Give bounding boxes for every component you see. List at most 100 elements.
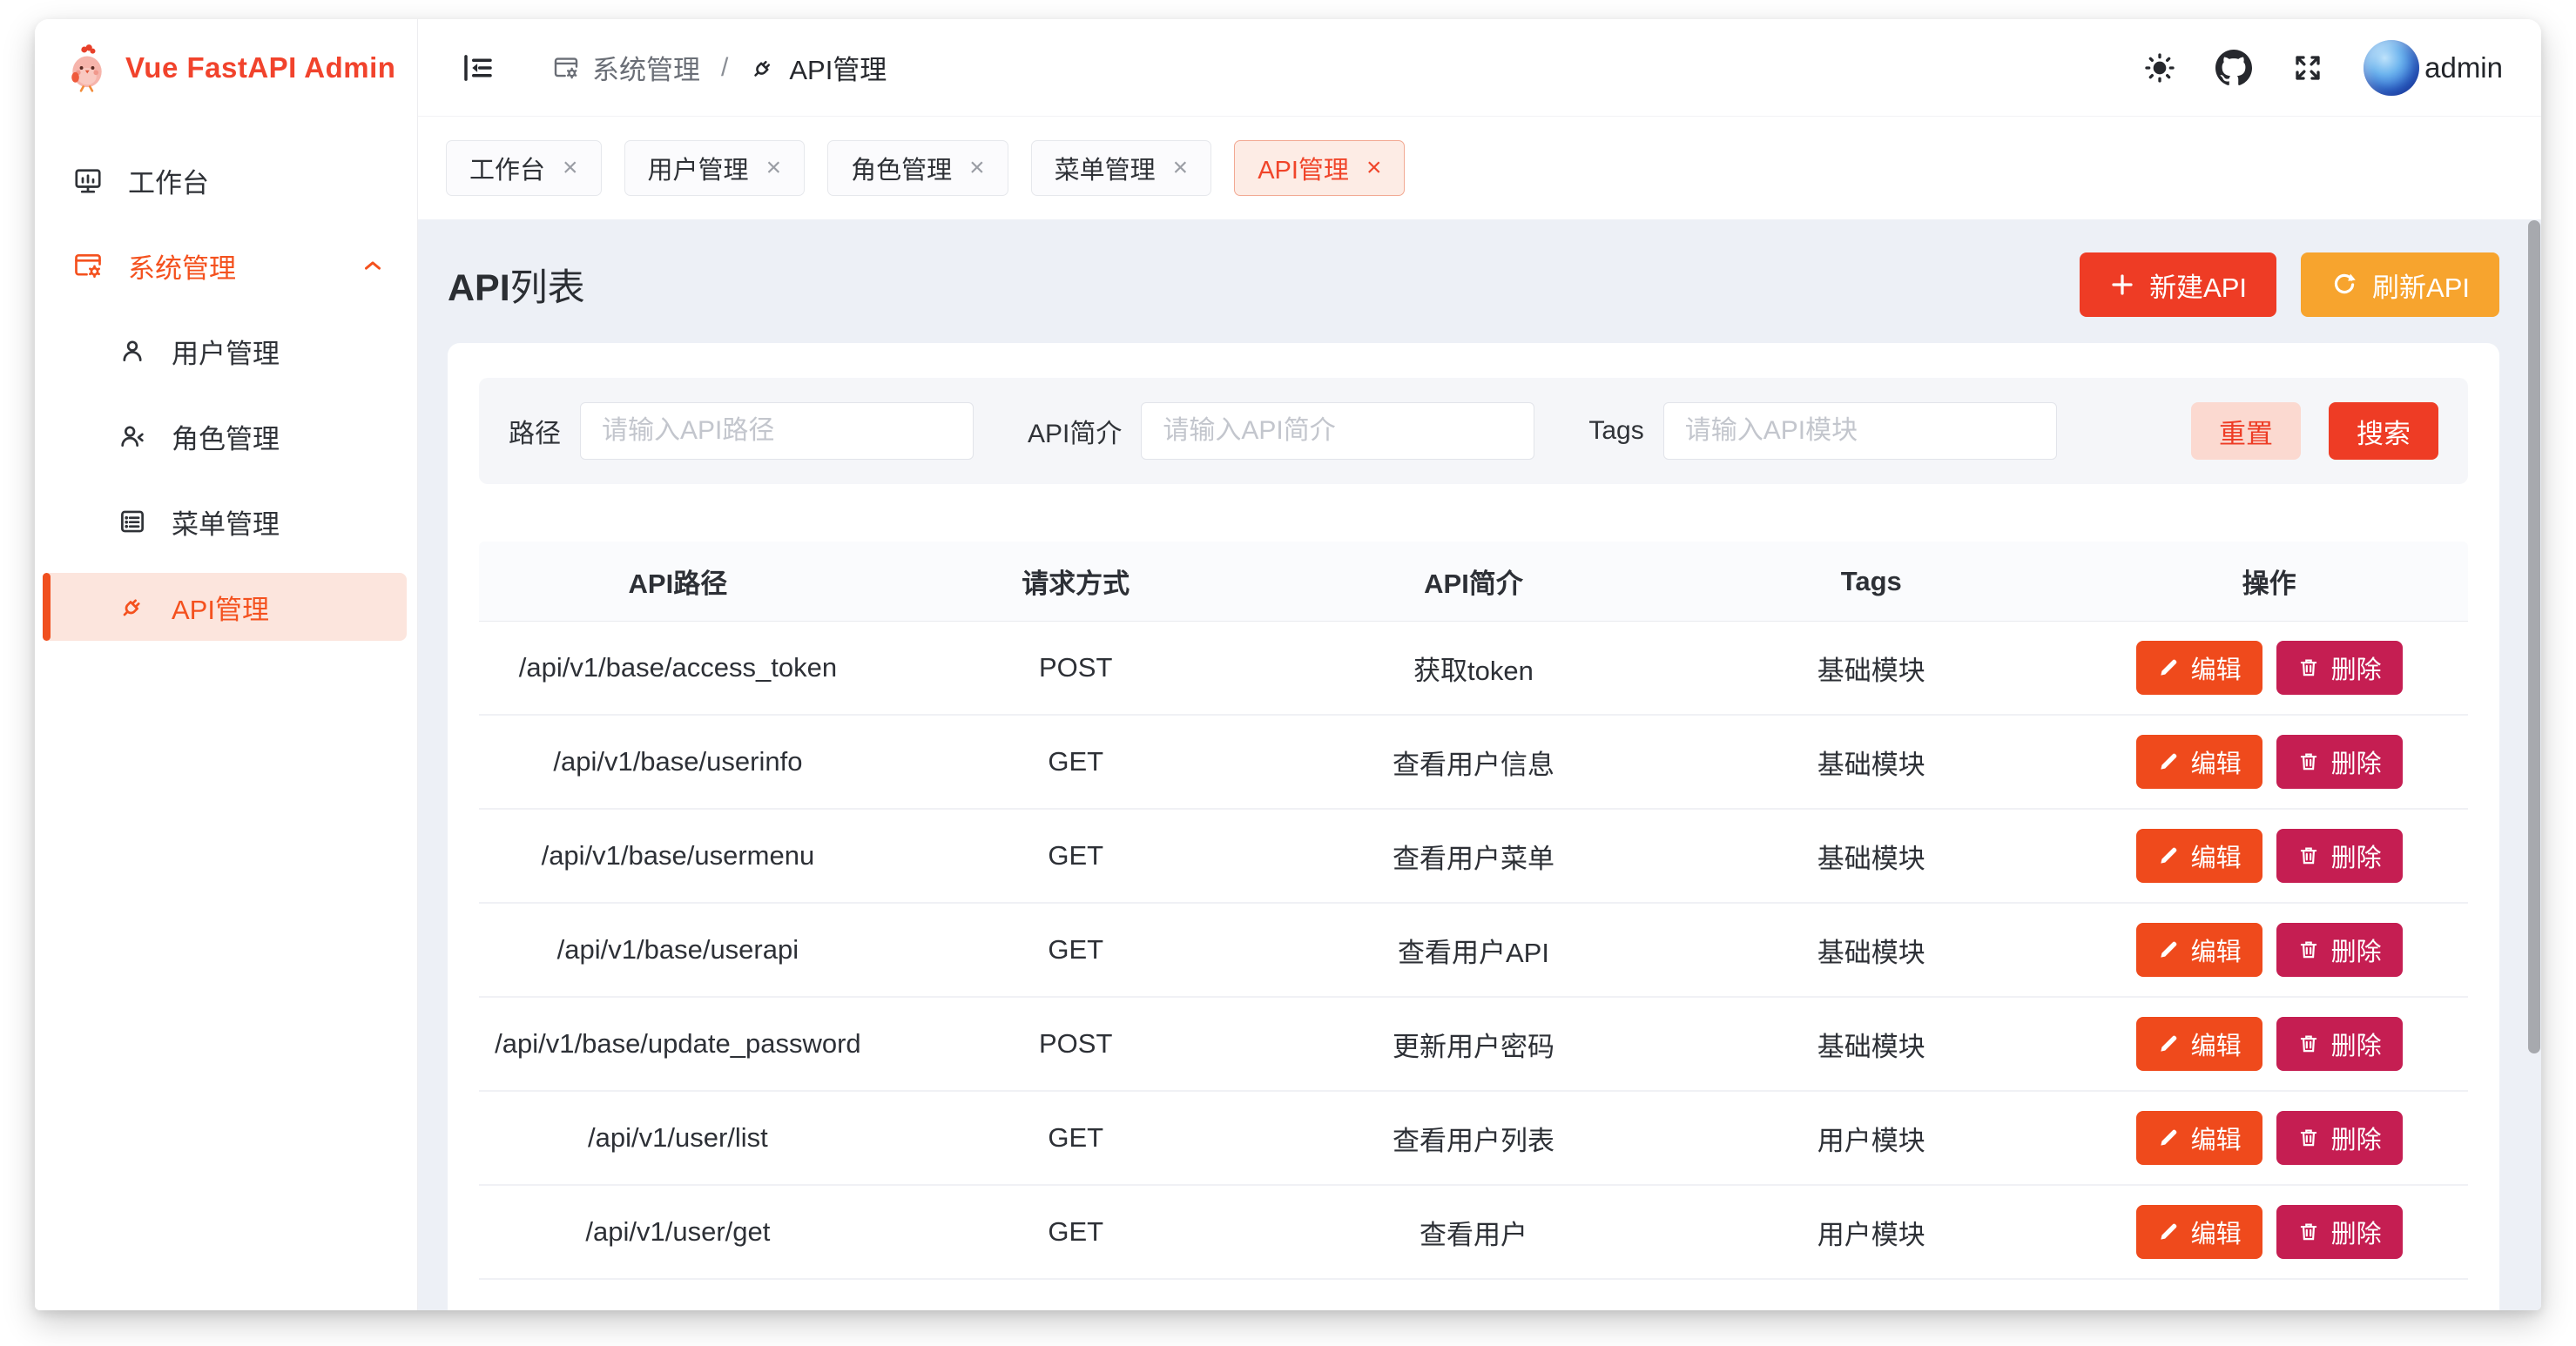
user-icon xyxy=(118,336,147,366)
delete-button[interactable]: 删除 xyxy=(2276,1205,2403,1259)
column-method: 请求方式 xyxy=(877,562,1275,601)
sidebar-item-users[interactable]: 用户管理 xyxy=(43,317,407,385)
tabs-bar: 工作台 × 用户管理 × 角色管理 × 菜单管理 × API管理 × xyxy=(418,117,2541,219)
close-icon[interactable]: × xyxy=(766,155,782,181)
window-gear-icon xyxy=(552,54,580,82)
delete-button[interactable]: 删除 xyxy=(2276,735,2403,789)
github-icon[interactable] xyxy=(2215,50,2252,86)
close-icon[interactable]: × xyxy=(563,155,578,181)
cell-path: /api/v1/base/update_password xyxy=(479,1028,877,1060)
close-icon[interactable]: × xyxy=(1173,155,1189,181)
path-filter-input[interactable] xyxy=(580,402,974,460)
cell-summary: 查看用户API xyxy=(1275,931,1673,970)
delete-button[interactable]: 删除 xyxy=(2276,923,2403,977)
plug-icon xyxy=(118,592,147,622)
trash-icon xyxy=(2297,1221,2320,1243)
fullscreen-icon[interactable] xyxy=(2290,50,2325,85)
tab-menus[interactable]: 菜单管理 × xyxy=(1031,140,1212,196)
search-button[interactable]: 搜索 xyxy=(2329,402,2438,460)
create-api-button[interactable]: 新建API xyxy=(2080,252,2276,317)
content: API列表 新建API 刷新API xyxy=(418,219,2541,1310)
sidebar-item-system[interactable]: 系统管理 xyxy=(43,232,407,299)
column-actions: 操作 xyxy=(2070,562,2468,601)
breadcrumb-api[interactable]: API管理 xyxy=(749,48,887,87)
table-row: /api/v1/user/list GET 查看用户列表 用户模块 编辑 删除 xyxy=(479,1092,2468,1186)
cell-path: /api/v1/user/list xyxy=(479,1122,877,1154)
table-header: API路径 请求方式 API简介 Tags 操作 xyxy=(479,542,2468,622)
tags-filter-input[interactable] xyxy=(1663,402,2057,460)
cell-path: /api/v1/base/access_token xyxy=(479,652,877,683)
delete-button[interactable]: 删除 xyxy=(2276,1017,2403,1071)
reset-button[interactable]: 重置 xyxy=(2191,402,2301,460)
sidebar-item-menus[interactable]: 菜单管理 xyxy=(43,488,407,555)
api-table: API路径 请求方式 API简介 Tags 操作 /api/v1/base/ac… xyxy=(479,542,2468,1280)
cell-tags: 基础模块 xyxy=(1672,743,2070,782)
sidebar-item-workbench[interactable]: 工作台 xyxy=(43,146,407,214)
sidebar-item-api[interactable]: API管理 xyxy=(43,573,407,641)
column-path: API路径 xyxy=(479,562,877,601)
cell-summary: 更新用户密码 xyxy=(1275,1025,1673,1064)
sidebar-item-roles[interactable]: 角色管理 xyxy=(43,402,407,470)
cell-tags: 基础模块 xyxy=(1672,837,2070,876)
tab-label: 工作台 xyxy=(469,150,545,186)
close-icon[interactable]: × xyxy=(969,155,985,181)
pencil-icon xyxy=(2157,1127,2180,1149)
refresh-api-button[interactable]: 刷新API xyxy=(2301,252,2499,317)
cell-method: GET xyxy=(877,746,1275,777)
edit-button[interactable]: 编辑 xyxy=(2136,1111,2262,1165)
edit-button[interactable]: 编辑 xyxy=(2136,641,2262,695)
tab-label: 菜单管理 xyxy=(1055,150,1156,186)
summary-filter-input[interactable] xyxy=(1141,402,1534,460)
tags-filter-label: Tags xyxy=(1588,416,1643,446)
table-row: /api/v1/base/access_token POST 获取token 基… xyxy=(479,622,2468,716)
pencil-icon xyxy=(2157,1221,2180,1243)
breadcrumb-system[interactable]: 系统管理 xyxy=(552,48,700,87)
filter-bar: 路径 API简介 Tags 重置 搜索 xyxy=(479,378,2468,484)
delete-button[interactable]: 删除 xyxy=(2276,829,2403,883)
cell-method: GET xyxy=(877,1122,1275,1154)
user-menu[interactable]: admin xyxy=(2364,40,2503,96)
logo[interactable]: Vue FastAPI Admin xyxy=(35,19,417,117)
sidebar-item-label: API管理 xyxy=(172,588,269,627)
path-filter-label: 路径 xyxy=(509,412,561,450)
edit-button[interactable]: 编辑 xyxy=(2136,735,2262,789)
tab-label: API管理 xyxy=(1258,150,1349,186)
tab-roles[interactable]: 角色管理 × xyxy=(827,140,1008,196)
delete-button[interactable]: 删除 xyxy=(2276,1111,2403,1165)
chick-logo-icon xyxy=(64,44,110,92)
cell-path: /api/v1/base/usermenu xyxy=(479,840,877,872)
table-row: /api/v1/user/get GET 查看用户 用户模块 编辑 删除 xyxy=(479,1186,2468,1280)
collapse-sidebar-icon[interactable] xyxy=(460,50,496,86)
window-gear-icon xyxy=(72,250,104,281)
cell-path: /api/v1/base/userapi xyxy=(479,934,877,966)
trash-icon xyxy=(2297,750,2320,773)
refresh-icon xyxy=(2330,271,2358,299)
edit-button[interactable]: 编辑 xyxy=(2136,923,2262,977)
edit-button[interactable]: 编辑 xyxy=(2136,829,2262,883)
cell-method: GET xyxy=(877,840,1275,872)
edit-button[interactable]: 编辑 xyxy=(2136,1017,2262,1071)
delete-button[interactable]: 删除 xyxy=(2276,641,2403,695)
sidebar: Vue FastAPI Admin 工作台 系统管理 xyxy=(35,19,418,1310)
trash-icon xyxy=(2297,1033,2320,1055)
sidebar-menu: 工作台 系统管理 用户管理 xyxy=(35,117,417,641)
topbar-actions: admin xyxy=(2142,40,2503,96)
tab-users[interactable]: 用户管理 × xyxy=(624,140,806,196)
tab-workbench[interactable]: 工作台 × xyxy=(446,140,602,196)
vertical-scrollbar[interactable] xyxy=(2528,220,2540,1053)
cell-path: /api/v1/user/get xyxy=(479,1216,877,1248)
theme-toggle-icon[interactable] xyxy=(2142,50,2177,85)
plug-icon xyxy=(749,54,777,82)
column-summary: API简介 xyxy=(1275,562,1673,601)
cell-summary: 查看用户菜单 xyxy=(1275,837,1673,876)
close-icon[interactable]: × xyxy=(1366,155,1382,181)
summary-filter-label: API简介 xyxy=(1028,412,1122,450)
table-row: /api/v1/base/userapi GET 查看用户API 基础模块 编辑… xyxy=(479,904,2468,998)
page-title: API列表 xyxy=(448,258,585,312)
edit-button[interactable]: 编辑 xyxy=(2136,1205,2262,1259)
cell-tags: 基础模块 xyxy=(1672,931,2070,970)
app-title: Vue FastAPI Admin xyxy=(125,51,395,84)
sidebar-item-label: 系统管理 xyxy=(128,246,236,286)
table-row: /api/v1/base/userinfo GET 查看用户信息 基础模块 编辑… xyxy=(479,716,2468,810)
tab-api[interactable]: API管理 × xyxy=(1234,140,1405,196)
